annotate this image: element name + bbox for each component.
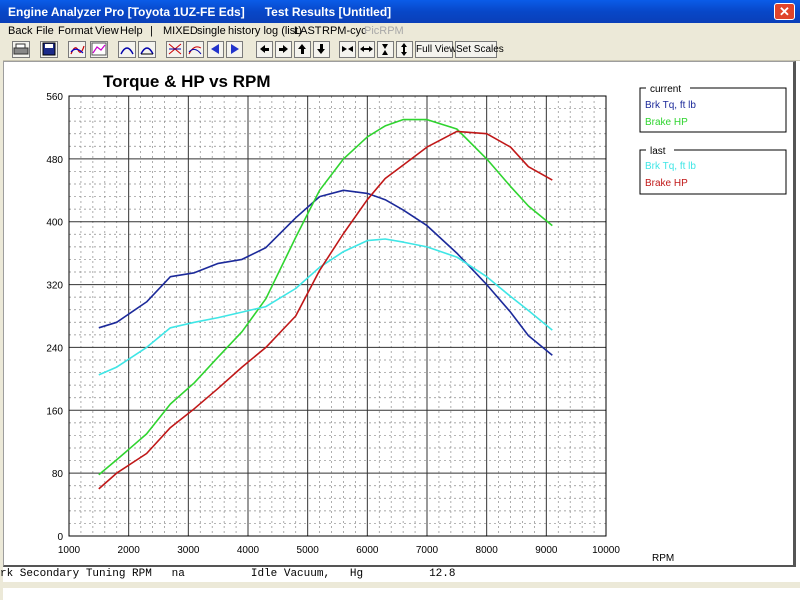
y-tick-label: 480 (46, 155, 63, 166)
arrow-up-icon[interactable] (294, 41, 311, 58)
y-tick-label: 0 (57, 532, 63, 543)
legend-last: last Brk Tq, ft lb Brake HP (639, 145, 787, 195)
y-tick-label: 320 (46, 281, 63, 292)
curves-icon[interactable] (68, 41, 86, 58)
arrow-right-icon[interactable] (275, 41, 292, 58)
hump-icon-1[interactable] (118, 41, 136, 58)
y-tick-label: 240 (46, 343, 63, 354)
x-axis-label: RPM (652, 553, 674, 564)
menu-back[interactable]: Back (8, 25, 32, 37)
y-tick-label: 560 (46, 92, 63, 103)
x-tick-label: 6000 (356, 545, 379, 556)
compress-vertical-icon[interactable] (377, 41, 394, 58)
legend-current-hp: Brake HP (645, 117, 688, 128)
series-layer (98, 118, 553, 490)
toolbar: Full View Set Scales (0, 40, 800, 61)
arrow-right-blue-icon[interactable] (226, 41, 243, 58)
y-tick-label: 400 (46, 218, 63, 229)
mixed-graph-icon[interactable] (166, 41, 184, 58)
major-grid (68, 95, 607, 537)
menu-format[interactable]: Format (58, 25, 93, 37)
legend-last-title: last (650, 146, 666, 157)
x-tick-label: 9000 (535, 545, 558, 556)
menu-single[interactable]: single (197, 25, 226, 37)
torque-hp-chart: 1000 2000 3000 4000 5000 6000 7000 8000 9000 1000… (46, 72, 787, 564)
menu-view[interactable]: View (95, 25, 119, 37)
y-axis-ticks: 0 80 160 240 320 400 480 560 (46, 92, 63, 543)
window-titlebar: Engine Analyzer Pro [Toyota 1UZ-FE Eds] … (0, 0, 800, 23)
set-scales-button[interactable]: Set Scales (455, 41, 504, 58)
horizontal-scrollbar[interactable] (0, 582, 800, 588)
plot-frame (68, 95, 607, 537)
x-tick-label: 1000 (58, 545, 81, 556)
compare-graph-icon[interactable] (186, 41, 204, 58)
menu-file[interactable]: File (36, 25, 54, 37)
legend-current-torque: Brk Tq, ft lb (645, 100, 696, 111)
full-view-button[interactable]: Full View (415, 41, 456, 58)
arrow-left-blue-icon[interactable] (207, 41, 224, 58)
x-tick-label: 5000 (297, 545, 320, 556)
minor-grid (69, 96, 606, 536)
expand-vertical-icon[interactable] (396, 41, 413, 58)
menu-separator: | (150, 25, 153, 37)
x-axis-ticks: 1000 2000 3000 4000 5000 6000 7000 8000 9000 1000… (58, 545, 620, 556)
arrow-down-icon[interactable] (313, 41, 330, 58)
legend-last-torque: Brk Tq, ft lb (645, 161, 696, 172)
compress-horizontal-icon[interactable] (339, 41, 356, 58)
legend-current: current Brk Tq, ft lb Brake HP (639, 83, 787, 133)
print-icon[interactable] (12, 41, 30, 58)
legend-last-hp: Brake HP (645, 178, 688, 189)
menu-last[interactable]: LAST (294, 25, 322, 37)
legend-current-title: current (650, 84, 681, 95)
menu-picrpm: PicRPM (364, 25, 404, 37)
x-tick-label: 8000 (476, 545, 499, 556)
x-tick-label: 2000 (118, 545, 141, 556)
menu-bar: Back File Format View Help | MIXED singl… (0, 23, 800, 40)
hump-icon-2[interactable] (138, 41, 156, 58)
x-tick-label: 7000 (416, 545, 439, 556)
graph-icon[interactable] (90, 41, 108, 58)
graph-panel: 1000 2000 3000 4000 5000 6000 7000 8000 9000 1000… (3, 61, 796, 567)
y-tick-label: 160 (46, 406, 63, 417)
window-title: Engine Analyzer Pro [Toyota 1UZ-FE Eds] … (8, 5, 392, 19)
x-tick-label: 3000 (177, 545, 200, 556)
status-line: rk Secondary Tuning RPM na Idle Vacuum, … (0, 568, 456, 580)
arrow-left-icon[interactable] (256, 41, 273, 58)
close-button[interactable]: ✕ (774, 3, 795, 20)
menu-rpm-cyc[interactable]: RPM-cyc (322, 25, 367, 37)
chart-title: Torque & HP vs RPM (103, 72, 271, 91)
expand-horizontal-icon[interactable] (358, 41, 375, 58)
menu-mixed[interactable]: MIXED (163, 25, 198, 37)
y-tick-label: 80 (52, 469, 64, 480)
menu-history-log[interactable]: history log (list) (228, 25, 302, 37)
x-tick-label: 4000 (237, 545, 260, 556)
save-icon[interactable] (40, 41, 58, 58)
x-tick-label: 10000 (592, 545, 620, 556)
menu-help[interactable]: Help (120, 25, 143, 37)
